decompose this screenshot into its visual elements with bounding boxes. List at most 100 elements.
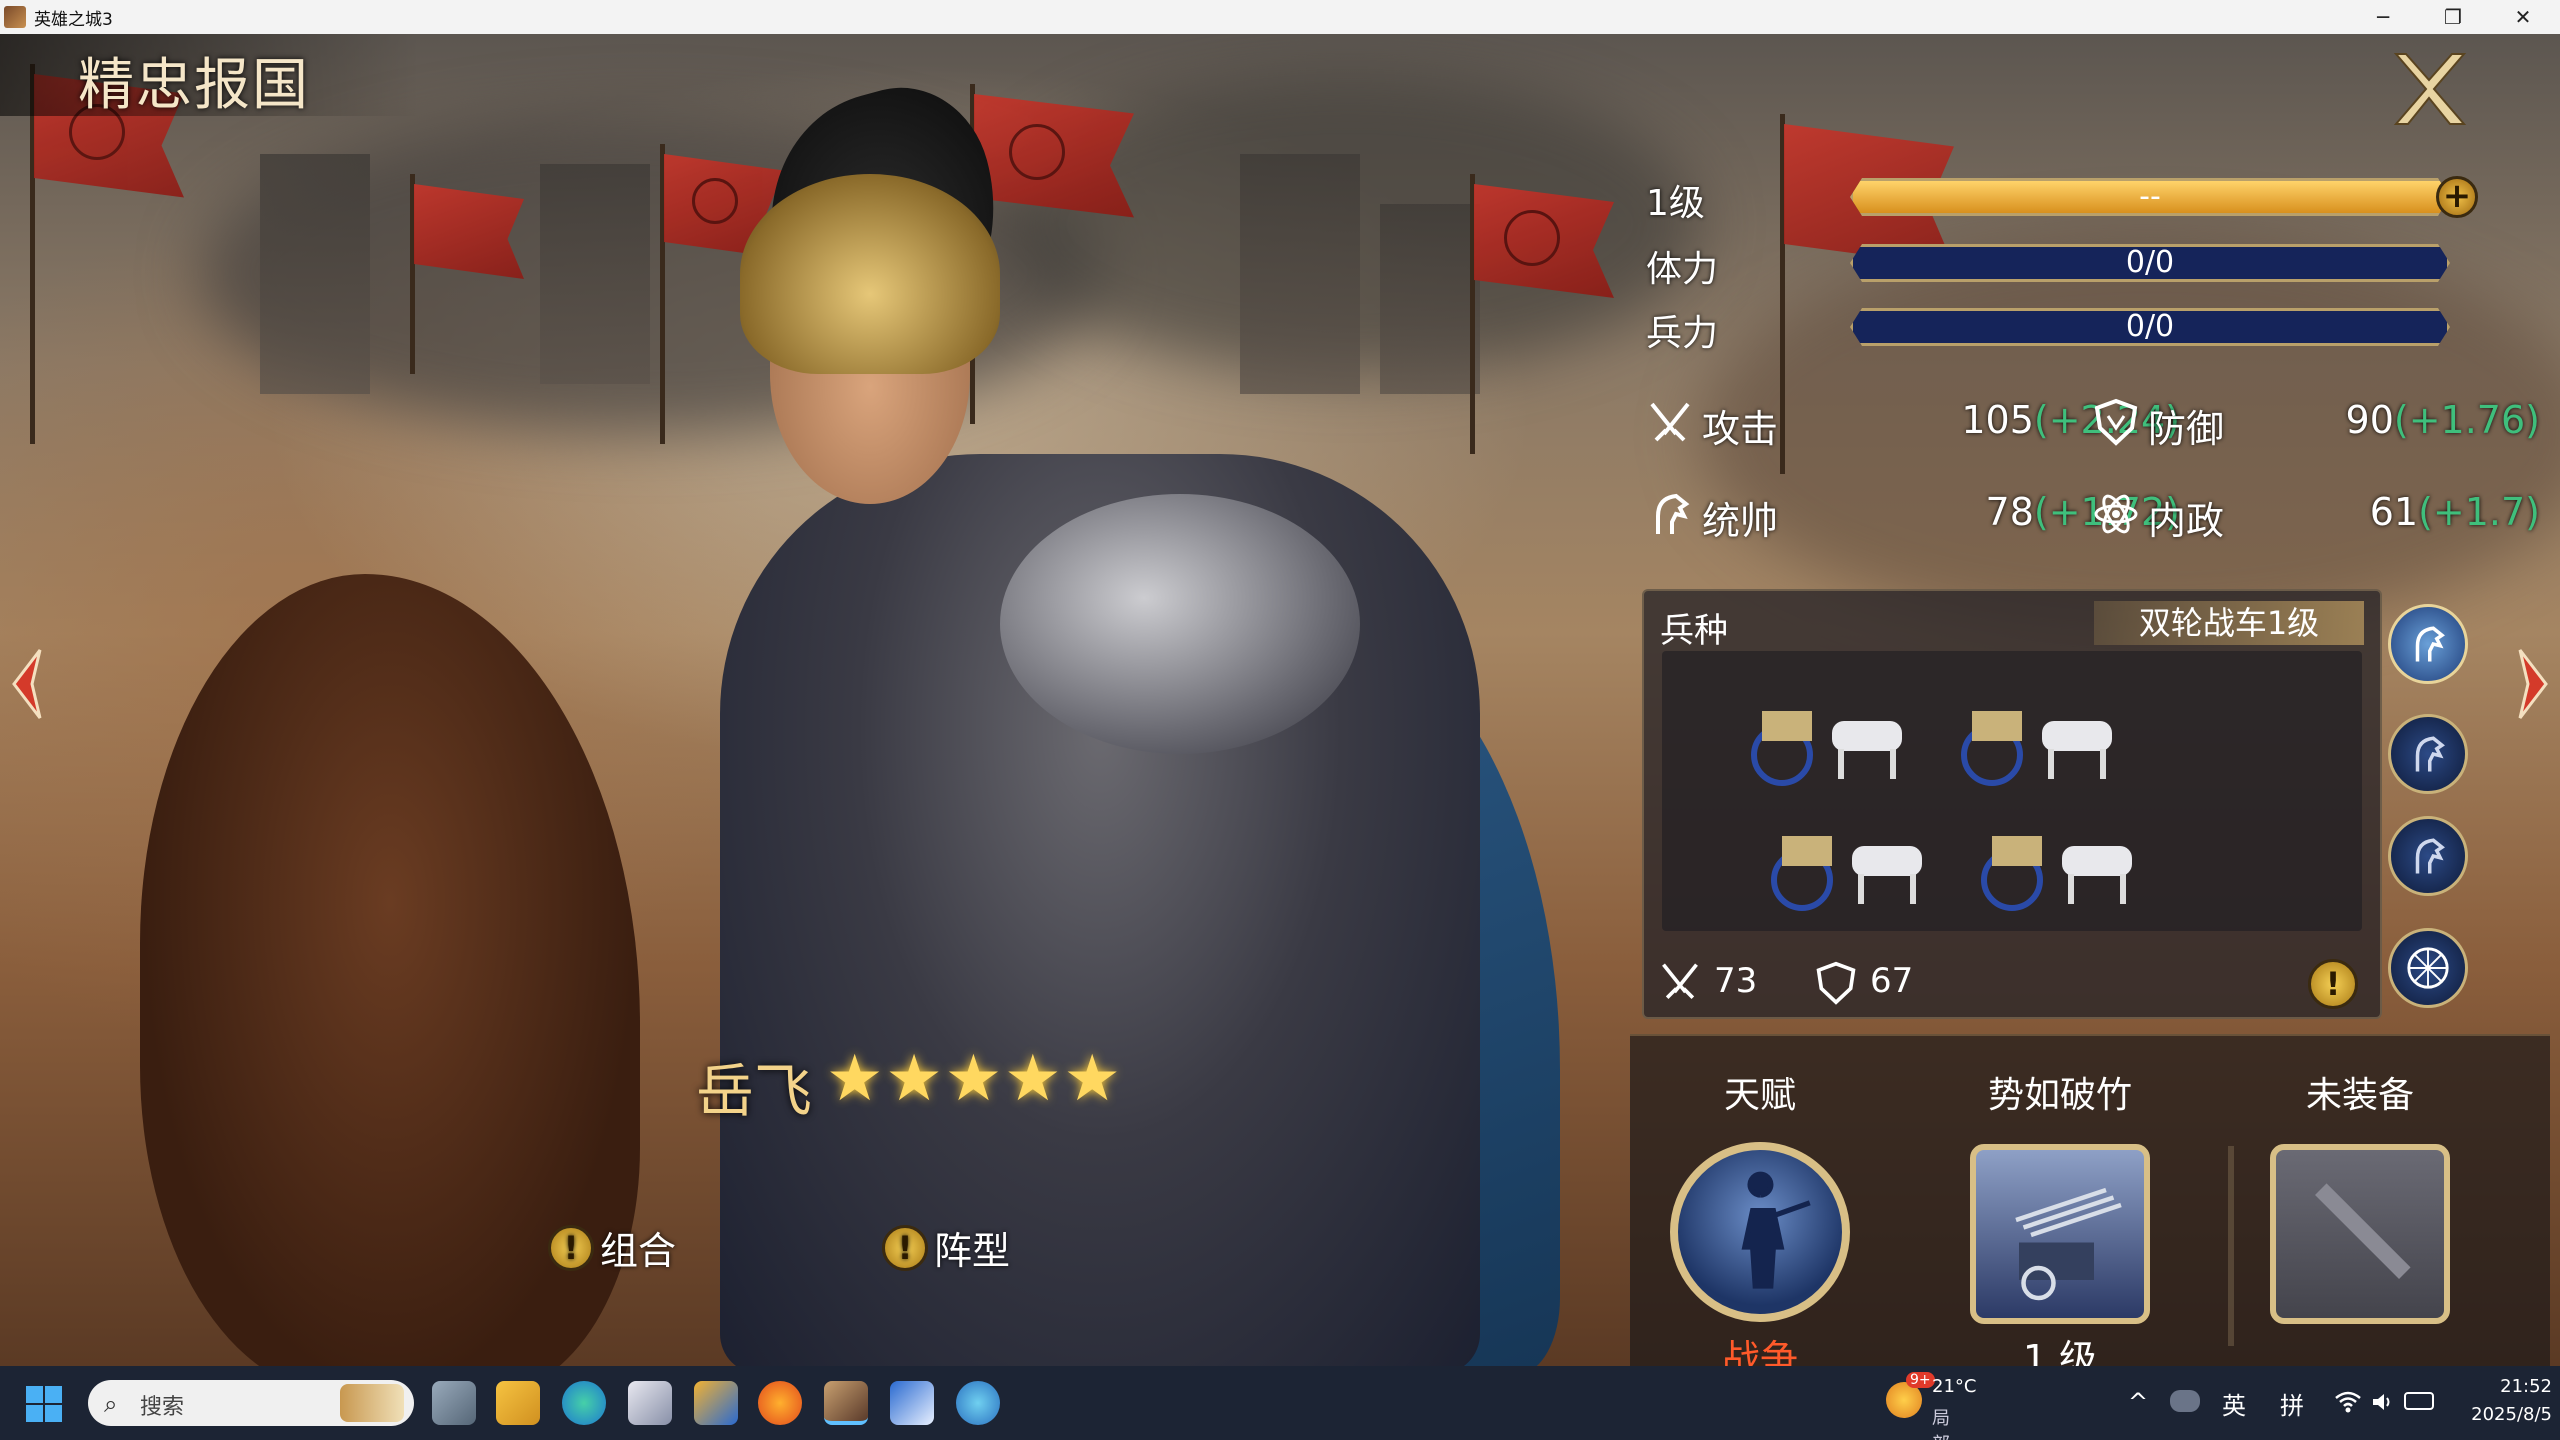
pagoda-tower [260, 154, 370, 394]
clock-time: 21:52 [2500, 1376, 2552, 1397]
chariot-unit-icon [1981, 836, 2132, 911]
stamina-label: 体力 [1646, 249, 1719, 290]
troops-label: 兵力 [1646, 313, 1719, 354]
formation-label: 阵型 [934, 1229, 1011, 1273]
combo-label: 组合 [600, 1229, 677, 1273]
level-up-plus-button[interactable]: + [2436, 176, 2478, 218]
formation-button[interactable]: ! 阵型 [882, 1220, 1010, 1275]
shield-icon [2094, 398, 2138, 446]
crossed-swords-icon [1662, 963, 1698, 999]
hero-portrait [620, 68, 1560, 1366]
ime-mode[interactable]: 拼 [2280, 1386, 2304, 1440]
edge-browser-icon[interactable] [562, 1381, 606, 1425]
page-title-banner: 精忠报国 [0, 34, 420, 118]
horse-head-icon [2415, 838, 2445, 874]
windows-start-icon[interactable] [26, 1386, 62, 1422]
hero-game-taskbar-icon[interactable] [824, 1381, 868, 1425]
cavalry-type-button[interactable] [2388, 714, 2468, 794]
hero-slots-panel: 天赋 战争 势如破竹 1 级 未装备 [1630, 1034, 2550, 1366]
stamina-value: 0/0 [2125, 245, 2175, 280]
combo-button[interactable]: ! 组合 [548, 1220, 676, 1275]
troops-bar: 0/0 [1850, 308, 2450, 346]
microsoft-store-icon[interactable] [628, 1381, 672, 1425]
cavalry-type-button-active[interactable] [2388, 604, 2468, 684]
app-taskbar-icon[interactable] [890, 1381, 934, 1425]
skill-slot[interactable] [1970, 1144, 2150, 1324]
search-placeholder: 搜索 [140, 1395, 185, 1420]
troop-formation-preview [1662, 651, 2362, 931]
search-highlight-owl-icon [340, 1384, 404, 1422]
page-title: 精忠报国 [78, 53, 310, 118]
troops-value: 0/0 [2125, 309, 2175, 344]
skill-title: 势如破竹 [1987, 1075, 2132, 1116]
magnifier-icon: ⌕ [104, 1390, 118, 1418]
troop-type-label: 兵种 [1660, 611, 1728, 651]
defense-value: 90(+1.76) [2345, 398, 2540, 442]
crossed-swords-icon [1650, 402, 1690, 442]
window-close-button[interactable]: ✕ [2488, 0, 2558, 34]
level-bar-text: -- [2139, 179, 2161, 214]
warrior-silhouette-icon [1741, 1171, 1811, 1289]
atom-icon [2094, 494, 2138, 534]
volume-icon[interactable] [2370, 1390, 2394, 1414]
attack-label: 攻击 [1702, 407, 1779, 451]
politics-label: 内政 [2148, 499, 2225, 543]
talent-slot[interactable] [1670, 1142, 1850, 1322]
troop-warning-icon[interactable]: ! [2308, 959, 2358, 1009]
clock-date: 2025/8/5 [2471, 1404, 2552, 1425]
taskbar-clock[interactable]: 21:52 2025/8/5 [2456, 1366, 2552, 1440]
warning-icon: ! [882, 1224, 928, 1271]
window-titlebar: 英雄之城3 ─ ❐ ✕ [0, 0, 2560, 34]
game-viewport: 精忠报国 岳飞 ★★★★★ ! 组合 ! 阵型 1级 -- + 体力 0/0 兵… [0, 34, 2560, 1366]
windows-taskbar: ⌕ 搜索 9+ 21°C 局部多云 ^ 英 拼 21:52 2025/8/5 [0, 1366, 2560, 1440]
previous-hero-arrow-icon[interactable] [8, 644, 48, 724]
equip-title: 未装备 [2305, 1075, 2414, 1116]
ime-language[interactable]: 英 [2222, 1386, 2246, 1440]
weather-desc: 局部多云 [1932, 1408, 1950, 1440]
chariot-type-button[interactable] [2388, 928, 2468, 1008]
minimize-button[interactable]: ─ [2348, 0, 2418, 34]
hero-star-rating: ★★★★★ [826, 1042, 1123, 1116]
troop-type-name: 双轮战车1级 [2094, 601, 2364, 645]
firefox-icon[interactable] [758, 1381, 802, 1425]
hero-stats-panel: 1级 -- + 体力 0/0 兵力 0/0 攻击 105(+2.24) 防御 9… [1630, 34, 2560, 1366]
command-label: 统帅 [1702, 499, 1779, 543]
troop-defense-value: 67 [1870, 961, 1914, 1001]
weather-temp: 21°C [1932, 1376, 1977, 1397]
equipment-slot[interactable] [2270, 1144, 2450, 1324]
wifi-icon[interactable] [2334, 1390, 2362, 1414]
task-view-icon[interactable] [432, 1381, 476, 1425]
warning-icon: ! [548, 1224, 594, 1271]
defense-label: 防御 [2148, 407, 2225, 451]
shield-icon [1816, 961, 1856, 1005]
paint-app-icon[interactable] [956, 1381, 1000, 1425]
onedrive-cloud-icon[interactable] [2170, 1390, 2200, 1412]
stamina-bar: 0/0 [1850, 244, 2450, 282]
app-launcher-icon[interactable] [694, 1381, 738, 1425]
troop-attack-value: 73 [1714, 961, 1758, 1001]
taskbar-search-input[interactable]: ⌕ 搜索 [88, 1380, 414, 1426]
battery-icon[interactable] [2404, 1392, 2434, 1410]
tray-overflow-chevron[interactable]: ^ [2128, 1388, 2148, 1440]
wheel-icon [2407, 947, 2449, 989]
talent-title: 天赋 [1723, 1075, 1796, 1116]
level-bar: -- [1850, 178, 2450, 216]
app-icon [4, 6, 26, 28]
chariot-charge-icon [2015, 1187, 2122, 1301]
maximize-button[interactable]: ❐ [2418, 0, 2488, 34]
slot-divider [2228, 1146, 2234, 1346]
skill-level: 1 级 [2022, 1337, 2098, 1366]
window-title: 英雄之城3 [34, 9, 113, 30]
horse-head-icon [2415, 626, 2445, 662]
file-explorer-icon[interactable] [496, 1381, 540, 1425]
chariot-unit-icon [1961, 711, 2112, 786]
hero-name: 岳飞 [696, 1057, 813, 1125]
level-label: 1级 [1646, 183, 1705, 224]
talent-sub: 战争 [1721, 1337, 1798, 1366]
horse-head-icon [1656, 493, 1690, 534]
sword-placeholder-icon [2315, 1183, 2411, 1279]
horse-head-icon [2415, 736, 2445, 772]
politics-value: 61(+1.7) [2369, 490, 2540, 534]
cavalry-type-button[interactable] [2388, 816, 2468, 896]
weather-badge: 9+ [1906, 1372, 1935, 1388]
